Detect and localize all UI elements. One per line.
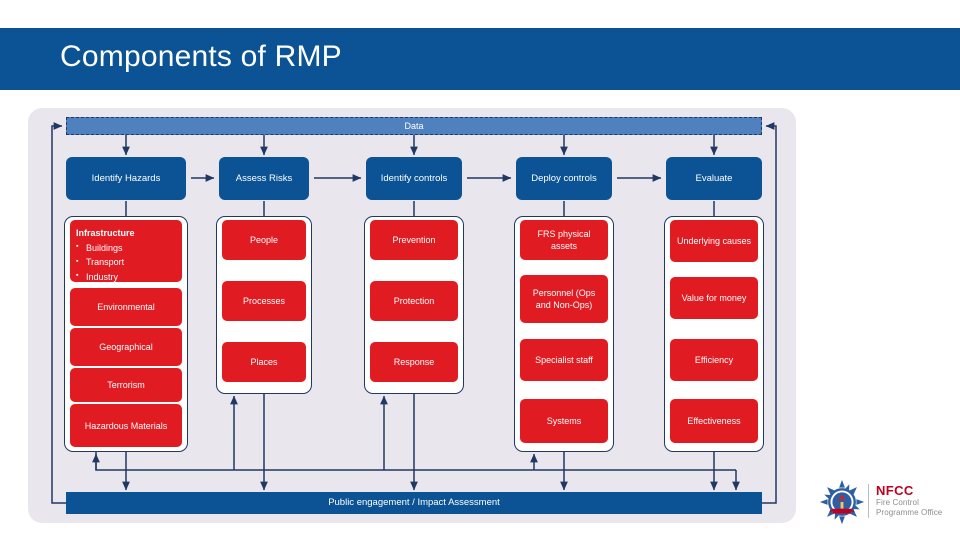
item-label-group: Infrastructure Buildings Transport Indus… — [76, 226, 135, 284]
item-label: Specialist staff — [535, 355, 593, 365]
stage-label: Assess Risks — [235, 172, 293, 184]
item-people[interactable]: People — [222, 220, 306, 260]
item-personnel[interactable]: Personnel (Ops and Non-Ops) — [520, 275, 608, 323]
stage-label: Identify controls — [380, 172, 448, 184]
item-underlying-causes[interactable]: Underlying causes — [670, 220, 758, 262]
item-hazardous-materials[interactable]: Hazardous Materials — [70, 404, 182, 447]
item-geographical[interactable]: Geographical — [70, 328, 182, 366]
item-label: Efficiency — [694, 355, 734, 365]
logo-subtitle-line1: Fire Control — [876, 498, 919, 507]
item-protection[interactable]: Protection — [370, 281, 458, 321]
item-label: Infrastructure — [76, 228, 135, 238]
item-label: Places — [250, 357, 278, 367]
logo-subtitle-line2: Programme Office — [876, 508, 943, 517]
item-specialist-staff[interactable]: Specialist staff — [520, 339, 608, 381]
stage-box-deploy-controls[interactable]: Deploy controls — [516, 157, 612, 200]
bottom-bar-label: Public engagement / Impact Assessment — [328, 497, 500, 509]
data-bar-label: Data — [404, 120, 424, 131]
nfcc-logo: NFCC Fire Control Programme Office — [818, 478, 950, 530]
item-efficiency[interactable]: Efficiency — [670, 339, 758, 381]
item-label: Hazardous Materials — [84, 420, 168, 431]
item-label: Geographical — [99, 342, 153, 352]
item-environmental[interactable]: Environmental — [70, 288, 182, 326]
item-label: Effectiveness — [687, 416, 741, 426]
stage-box-evaluate[interactable]: Evaluate — [666, 157, 762, 200]
item-label: Prevention — [392, 235, 436, 245]
item-bullet: Buildings — [76, 240, 135, 256]
logo-wordmark: NFCC Fire Control Programme Office — [876, 484, 942, 518]
item-bullet: Industry — [76, 269, 135, 285]
item-value-for-money[interactable]: Value for money — [670, 277, 758, 319]
stage-label: Deploy controls — [531, 172, 597, 184]
item-systems[interactable]: Systems — [520, 399, 608, 443]
item-label: Value for money — [681, 293, 747, 303]
item-terrorism[interactable]: Terrorism — [70, 368, 182, 402]
item-frs-physical-assets[interactable]: FRS physical assets — [520, 220, 608, 260]
stage-box-identify-hazards[interactable]: Identify Hazards — [66, 157, 186, 200]
page-title: Components of RMP — [60, 40, 342, 73]
item-label: Personnel (Ops and Non-Ops) — [532, 288, 596, 310]
item-label: Environmental — [97, 302, 155, 312]
item-processes[interactable]: Processes — [222, 281, 306, 321]
item-label: Response — [393, 357, 435, 367]
logo-divider — [868, 484, 869, 518]
stage-label: Evaluate — [695, 172, 733, 184]
item-label: FRS physical assets — [537, 229, 591, 251]
item-bullet: Transport — [76, 255, 135, 270]
item-prevention[interactable]: Prevention — [370, 220, 458, 260]
item-label: People — [249, 235, 279, 245]
fire-service-crest-icon — [819, 479, 865, 525]
item-infrastructure[interactable]: Infrastructure Buildings Transport Indus… — [70, 220, 182, 284]
slide: Components of RMP Data Identify Hazards … — [0, 0, 960, 540]
item-label: Processes — [242, 296, 286, 306]
stage-label: Identify Hazards — [91, 172, 161, 184]
item-label: Systems — [546, 416, 582, 426]
stage-box-identify-controls[interactable]: Identify controls — [366, 157, 462, 200]
bottom-bar: Public engagement / Impact Assessment — [66, 492, 762, 514]
item-label: Underlying causes — [676, 236, 752, 246]
item-places[interactable]: Places — [222, 342, 306, 382]
logo-name: NFCC — [876, 483, 914, 498]
item-label: Terrorism — [107, 380, 145, 390]
item-response[interactable]: Response — [370, 342, 458, 382]
stage-box-assess-risks[interactable]: Assess Risks — [219, 157, 309, 200]
item-label: Protection — [393, 296, 435, 306]
data-bar: Data — [66, 117, 762, 135]
item-effectiveness[interactable]: Effectiveness — [670, 399, 758, 443]
